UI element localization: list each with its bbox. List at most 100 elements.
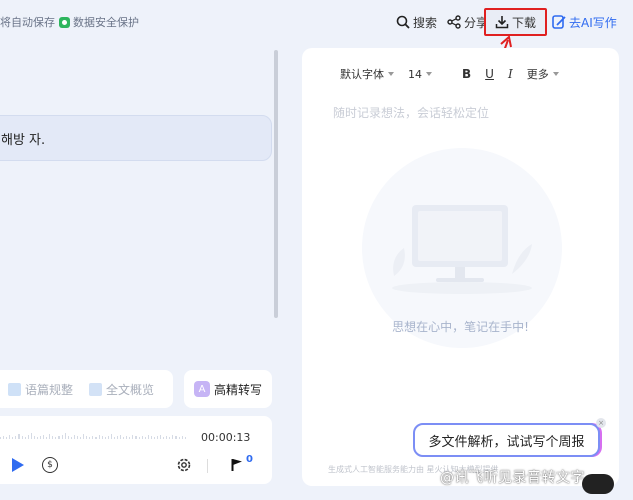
chevron-down-icon xyxy=(388,72,394,76)
waveform-bar xyxy=(27,435,29,439)
suggestion-tip[interactable]: 多文件解析，试试写个周报 xyxy=(413,423,600,457)
flag-count-badge: 0 xyxy=(246,454,253,465)
overview-icon xyxy=(89,382,103,396)
playback-time: 00:00:13 xyxy=(201,431,251,444)
flag-icon[interactable] xyxy=(231,458,243,472)
waveform-bar xyxy=(55,437,57,439)
playback-speed-icon[interactable]: $ xyxy=(42,457,58,473)
waveform-bar xyxy=(98,435,100,439)
share-button[interactable]: 分享 xyxy=(447,10,488,34)
waveform-bar xyxy=(33,436,35,439)
more-label: 更多 xyxy=(526,68,549,81)
waveform-bar xyxy=(61,435,63,439)
more-menu[interactable]: 更多 xyxy=(527,66,559,82)
security-text: 数据安全保护 xyxy=(73,16,139,29)
waveform-bar xyxy=(126,436,128,439)
watermark: @讯飞听见录音转文字 xyxy=(440,470,585,486)
waveform-bar xyxy=(160,435,162,439)
audio-waveform[interactable] xyxy=(0,431,186,439)
waveform-bar xyxy=(129,437,131,439)
waveform-bar xyxy=(40,436,42,439)
transcript-scrollbar[interactable] xyxy=(274,50,278,318)
waveform-bar xyxy=(43,435,45,439)
waveform-bar xyxy=(30,433,32,439)
waveform-bar xyxy=(169,437,171,439)
transcript-text: 해방 자. xyxy=(1,132,46,148)
save-status: 将自动保存 数据安全保护 xyxy=(0,14,139,30)
waveform-bar xyxy=(138,437,140,439)
security-shield-icon xyxy=(59,16,70,28)
waveform-bar xyxy=(147,435,149,439)
waveform-bar xyxy=(18,434,20,439)
waveform-bar xyxy=(12,437,14,439)
font-size-select[interactable]: 14 xyxy=(408,68,432,81)
waveform-bar xyxy=(24,437,26,439)
waveform-bar xyxy=(178,437,180,439)
waveform-bar xyxy=(67,436,69,439)
bold-button[interactable]: B xyxy=(462,67,471,81)
waveform-bar xyxy=(6,437,8,439)
waveform-bar xyxy=(184,437,186,439)
hq-transcribe-icon: A xyxy=(193,381,210,397)
download-label: 下载 xyxy=(511,15,536,30)
waveform-bar xyxy=(86,436,88,439)
waveform-bar xyxy=(46,437,48,439)
waveform-bar xyxy=(135,436,137,439)
waveform-bar xyxy=(156,436,159,439)
waveform-bar xyxy=(0,437,2,439)
waveform-bar xyxy=(163,437,165,439)
waveform-bar xyxy=(153,437,155,439)
waveform-bar xyxy=(95,437,97,439)
italic-button[interactable]: I xyxy=(508,67,513,81)
waveform-bar xyxy=(58,436,60,439)
waveform-bar xyxy=(113,437,115,439)
search-label: 搜索 xyxy=(413,15,438,30)
font-family-select[interactable]: 默认字体 xyxy=(340,66,394,82)
paragraph-tidy-button[interactable]: 语篇规整 xyxy=(8,381,73,398)
underline-button[interactable]: U xyxy=(485,67,494,81)
watermark-logo-icon xyxy=(582,474,614,494)
ai-write-button[interactable]: 去AI写作 xyxy=(552,10,617,34)
ai-write-icon xyxy=(552,15,566,29)
gear-icon[interactable] xyxy=(176,457,192,473)
waveform-bar xyxy=(110,434,112,439)
waveform-bar xyxy=(166,436,168,439)
editor-placeholder: 随时记录想法，会话轻松定位 xyxy=(333,106,490,120)
autosave-text: 将自动保存 xyxy=(0,16,55,29)
hq-transcribe-label: 高精转写 xyxy=(213,382,262,397)
waveform-bar xyxy=(52,436,54,439)
chevron-down-icon xyxy=(426,72,432,76)
waveform-bar xyxy=(141,436,143,439)
waveform-bar xyxy=(150,436,152,439)
waveform-bar xyxy=(21,436,23,439)
waveform-bar xyxy=(132,435,134,439)
waveform-bar xyxy=(144,437,146,439)
waveform-bar xyxy=(9,435,11,439)
waveform-bar xyxy=(104,437,106,439)
format-toolbar: 默认字体 14 B U I 更多 xyxy=(340,66,573,82)
play-icon[interactable] xyxy=(12,458,24,472)
notes-editor[interactable]: 默认字体 14 B U I 更多 随时记录想法，会话轻松定位 思想在心中，笔记在… xyxy=(302,48,619,486)
waveform-bar xyxy=(181,436,183,439)
waveform-bar xyxy=(123,437,125,439)
search-icon xyxy=(396,15,410,29)
paragraph-label: 语篇规整 xyxy=(25,382,74,397)
empty-state-message: 思想在心中，笔记在手中! xyxy=(392,320,529,334)
waveform-bar xyxy=(64,433,66,439)
waveform-bar xyxy=(83,434,85,439)
hq-transcribe-button[interactable]: A 高精转写 xyxy=(184,370,272,408)
ai-tools-card: 语篇规整 全文概览 xyxy=(0,370,173,408)
waveform-bar xyxy=(120,435,122,439)
waveform-bar xyxy=(116,436,119,439)
suggestion-text: 多文件解析，试试写个周报 xyxy=(428,434,585,450)
download-icon xyxy=(495,16,509,29)
transcript-bubble[interactable]: 해방 자. xyxy=(0,115,272,161)
close-icon[interactable]: × xyxy=(596,418,606,428)
chevron-down-icon xyxy=(552,72,559,76)
waveform-bar xyxy=(49,434,51,439)
waveform-bar xyxy=(76,436,79,439)
waveform-bar xyxy=(70,437,72,439)
overview-button[interactable]: 全文概览 xyxy=(89,381,154,398)
waveform-bar xyxy=(172,435,174,439)
search-button[interactable]: 搜索 xyxy=(396,10,437,34)
